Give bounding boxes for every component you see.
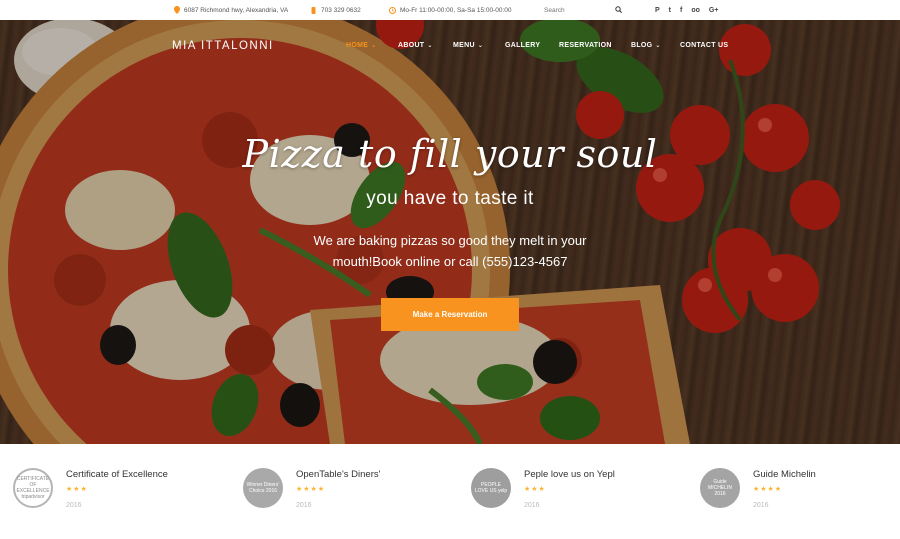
social-links: P t f oo G+ (655, 0, 718, 20)
make-reservation-button[interactable]: Make a Reservation (381, 298, 519, 331)
hero-headline: Pizza to fill your soul (242, 132, 658, 176)
nav-item-gallery[interactable]: GALLERY (505, 42, 540, 49)
nav-item-reservation[interactable]: RESERVATION (559, 42, 612, 49)
chevron-down-icon: ⌄ (655, 43, 661, 49)
opentable-badge-icon: Winner Diners' Choice 2016 (243, 468, 283, 508)
badge-label: Guide MICHELIN 2016 (708, 479, 732, 497)
award-year: 2016 (66, 502, 82, 509)
nav-item-menu[interactable]: MENU ⌄ (453, 42, 483, 49)
nav-item-home[interactable]: HOME ⌄ (346, 42, 377, 49)
nav-label: BLOG (631, 42, 653, 49)
award-year: 2016 (296, 502, 312, 509)
search-input[interactable] (544, 6, 604, 14)
address-text: 6087 Richmond hwy, Alexandria, VA (184, 6, 289, 14)
top-bar: 6087 Richmond hwy, Alexandria, VA 703 32… (0, 0, 900, 20)
search-box[interactable] (540, 3, 626, 17)
nav-label: RESERVATION (559, 42, 612, 49)
badge-label: PEOPLE LOVE US yelp (474, 482, 508, 494)
phone-info: 703 329 0632 (310, 0, 361, 20)
hours-info: Mo-Fr 11:00-00:00, Sa-Sa 15:00-00:00 (389, 0, 512, 20)
nav-item-about[interactable]: ABOUT ⌄ (398, 42, 433, 49)
clock-icon (389, 6, 396, 14)
nav-item-contact[interactable]: CONTACT US (680, 42, 728, 49)
awards-section: CERTIFICATE OF EXCELLENCE tripadvisor Ce… (0, 444, 900, 539)
brand-logo[interactable]: MIA ITTALONNI (172, 40, 274, 52)
award-year: 2016 (524, 502, 540, 509)
nav-label: MENU (453, 42, 475, 49)
award-title: Guide Michelin (753, 469, 816, 480)
nav-label: HOME (346, 42, 369, 49)
badge-label: Winner Diners' Choice 2016 (246, 482, 280, 494)
location-pin-icon (173, 6, 180, 14)
award-stars: ★★★ (66, 486, 88, 493)
address-info: 6087 Richmond hwy, Alexandria, VA (173, 0, 288, 20)
pinterest-icon[interactable]: P (655, 7, 660, 14)
phone-icon (310, 6, 317, 14)
michelin-badge-icon: Guide MICHELIN 2016 (700, 468, 740, 508)
award-title: Certificate of Excellence (66, 469, 168, 480)
hero-section: MIA ITTALONNI HOME ⌄ ABOUT ⌄ MENU ⌄ GALL… (0, 20, 900, 444)
award-stars: ★★★★ (296, 486, 326, 493)
award-year: 2016 (753, 502, 769, 509)
badge-label: CERTIFICATE OF EXCELLENCE tripadvisor (16, 476, 50, 500)
nav-label: CONTACT US (680, 42, 729, 49)
google-plus-icon[interactable]: G+ (709, 7, 719, 14)
chevron-down-icon: ⌄ (427, 43, 433, 49)
tripadvisor-badge-icon: CERTIFICATE OF EXCELLENCE tripadvisor (13, 468, 53, 508)
nav-item-blog[interactable]: BLOG ⌄ (631, 42, 661, 49)
chevron-down-icon: ⌄ (477, 43, 484, 49)
award-title: Peple love us on Yepl (524, 469, 615, 480)
facebook-icon[interactable]: f (680, 7, 682, 14)
hero-description: We are baking pizzas so good they melt i… (313, 233, 587, 269)
award-stars: ★★★★ (753, 486, 783, 493)
search-icon[interactable] (615, 5, 622, 15)
award-stars: ★★★ (524, 486, 546, 493)
yelp-badge-icon: PEOPLE LOVE US yelp (471, 468, 511, 508)
nav-label: ABOUT (398, 42, 425, 49)
nav-label: GALLERY (505, 42, 541, 49)
phone-text[interactable]: 703 329 0632 (321, 7, 361, 14)
tripadvisor-icon[interactable]: oo (691, 7, 700, 14)
award-title: OpenTable's Diners' (296, 469, 381, 480)
hero-subheadline: you have to taste it (366, 188, 534, 209)
twitter-icon[interactable]: t (669, 7, 671, 14)
hours-text: Mo-Fr 11:00-00:00, Sa-Sa 15:00-00:00 (400, 6, 512, 14)
chevron-down-icon: ⌄ (371, 43, 377, 49)
